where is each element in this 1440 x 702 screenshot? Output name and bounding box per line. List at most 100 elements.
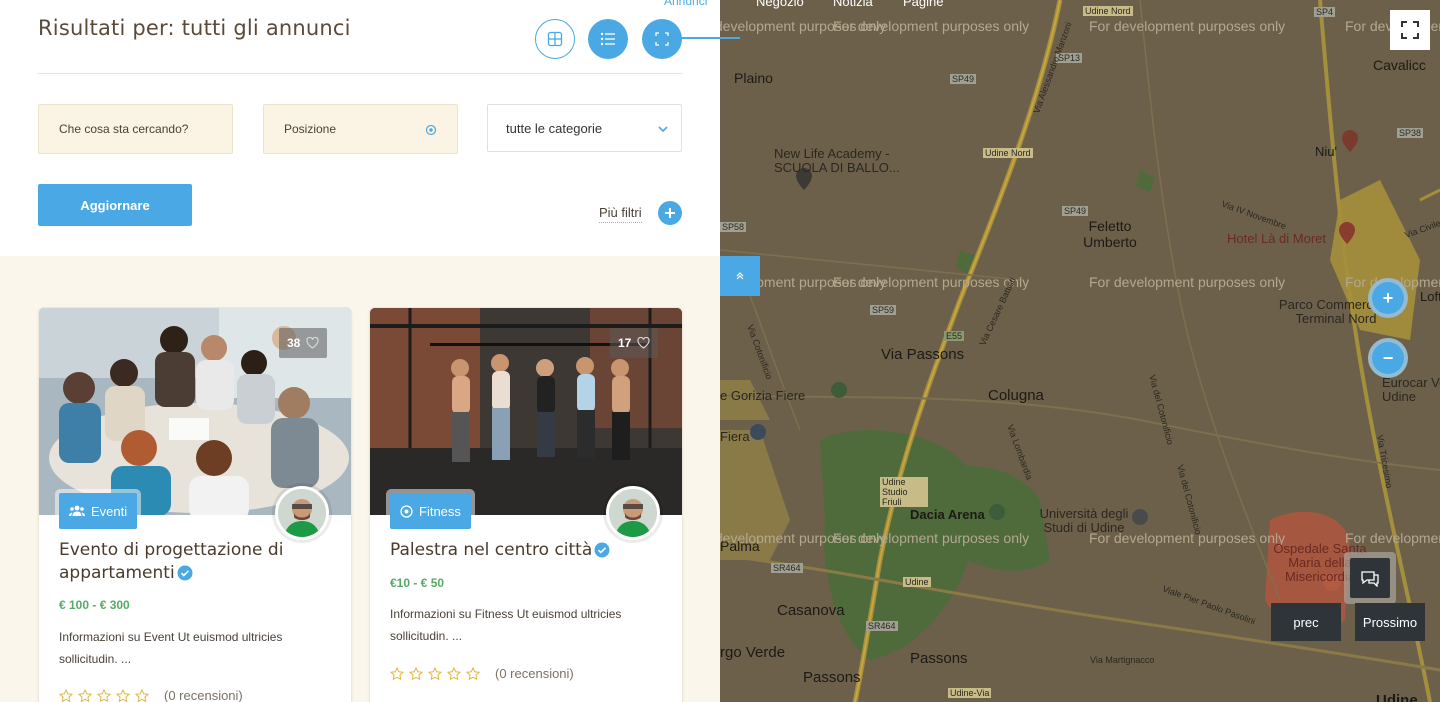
fullscreen-view-button[interactable] xyxy=(642,19,682,59)
listing-card[interactable]: 17 Fitness Palestra nel centro città €10… xyxy=(369,307,683,702)
map-label: Feletto Umberto xyxy=(1083,218,1137,250)
search-header: Annunci Risultati per: tutti gli annunci… xyxy=(0,0,720,256)
dev-watermark: For development purposes only xyxy=(1089,274,1286,290)
rating: (0 recensioni) xyxy=(59,688,243,702)
map-label: Loft xyxy=(1420,289,1440,304)
zoom-in-button[interactable]: + xyxy=(1368,278,1408,318)
zoom-out-button[interactable]: − xyxy=(1368,338,1408,378)
listing-title[interactable]: Palestra nel centro città xyxy=(390,539,650,562)
collapse-button[interactable] xyxy=(720,256,760,296)
star-icon xyxy=(135,688,149,702)
road-label: SR464 xyxy=(771,563,803,573)
list-icon xyxy=(600,32,615,46)
prev-button[interactable]: prec xyxy=(1271,603,1341,641)
map-label: Hotel Là di Moret xyxy=(1227,231,1326,246)
category-select[interactable]: tutte le categorie xyxy=(487,104,682,152)
category-label: Eventi xyxy=(91,503,128,519)
road-label: SP38 xyxy=(1397,128,1424,138)
avatar[interactable] xyxy=(606,486,660,540)
location-input[interactable]: Posizione xyxy=(263,104,458,154)
list-view-button[interactable] xyxy=(588,19,628,59)
views-badge: 17 xyxy=(610,328,659,358)
map-label: rgo Verde xyxy=(720,644,786,661)
verified-icon xyxy=(594,542,610,558)
locate-icon[interactable] xyxy=(425,124,437,136)
map-label: Dacia Arena xyxy=(910,507,985,522)
listing-title[interactable]: Evento di progettazione di appartamenti xyxy=(59,539,319,585)
grid-icon xyxy=(547,31,563,47)
road-label: SR464 xyxy=(866,621,898,631)
keyword-input[interactable]: Che cosa sta cercando? xyxy=(38,104,233,154)
road-label: Udine Studio Friuli xyxy=(880,477,928,507)
reviews-count: (0 recensioni) xyxy=(495,666,574,681)
chat-inner xyxy=(1350,558,1390,598)
road-label: SP58 xyxy=(720,222,747,232)
verified-icon xyxy=(177,565,193,581)
road-label: Udine xyxy=(903,577,931,587)
star-icon xyxy=(409,666,423,680)
road-label: SP4 xyxy=(1314,7,1336,17)
map-label: Passons xyxy=(803,669,861,686)
chat-button[interactable] xyxy=(1344,552,1396,604)
views-badge: 38 xyxy=(279,328,328,358)
road-label: SP49 xyxy=(950,74,977,84)
avatar[interactable] xyxy=(275,486,329,540)
road-label: SP59 xyxy=(870,305,897,315)
map-label: Eurocar Volkswagen Udine xyxy=(1382,375,1440,404)
update-button[interactable]: Aggiornare xyxy=(38,184,192,226)
star-icon xyxy=(59,688,73,702)
map-label: New Life Academy - SCUOLA DI BALLO... xyxy=(774,146,900,175)
views-count: 17 xyxy=(618,336,632,350)
star-icon xyxy=(116,688,130,702)
nav-negozio[interactable]: Negozio xyxy=(756,0,804,9)
star-icon xyxy=(78,688,92,702)
nav-notizia[interactable]: Notizia xyxy=(833,0,873,9)
annunci-link[interactable]: Annunci xyxy=(664,0,707,8)
rating: (0 recensioni) xyxy=(390,666,574,681)
heart-icon[interactable] xyxy=(637,337,650,349)
listing-title-text[interactable]: Evento di progettazione di appartamenti xyxy=(59,540,283,583)
users-icon xyxy=(69,505,85,516)
grid-view-button[interactable] xyxy=(535,19,575,59)
dev-watermark: For development purposes only xyxy=(1089,18,1286,34)
keyword-placeholder: Che cosa sta cercando? xyxy=(59,122,189,136)
dev-watermark: For development purposes only xyxy=(833,18,1030,34)
more-filters-link[interactable]: Più filtri xyxy=(599,205,642,223)
category-badge[interactable]: Fitness xyxy=(390,493,471,529)
view-connector-line xyxy=(680,37,740,39)
road-label: Udine Nord xyxy=(1083,6,1133,16)
map-label: Passons xyxy=(910,650,968,667)
listing-card[interactable]: 38 Eventi Evento di progettazione di app… xyxy=(38,307,352,702)
map-label: Università degli Studi di Udine xyxy=(1039,506,1129,535)
road-label: Via Martignacco xyxy=(1090,655,1155,665)
map-label: Udine xyxy=(1376,692,1418,702)
map-label: e Gorizia Fiere xyxy=(720,388,806,403)
road-label: Udine-Via xyxy=(948,688,992,698)
nav-pagine[interactable]: Pagine xyxy=(903,0,943,9)
listing-panel: Annunci Risultati per: tutti gli annunci… xyxy=(0,0,720,702)
map-label: Cavalicc xyxy=(1373,57,1426,73)
map-label: Casanova xyxy=(777,602,845,619)
map-label: Plaino xyxy=(734,70,773,86)
chevron-down-icon xyxy=(658,126,668,133)
location-placeholder: Posizione xyxy=(284,122,337,136)
map-view[interactable]: Negozio Notizia Pagine For development p… xyxy=(720,0,1440,702)
map-label: Via Passons xyxy=(881,346,965,363)
views-count: 38 xyxy=(287,336,301,350)
listing-description: Informazioni su Fitness Ut euismod ultri… xyxy=(390,607,622,643)
plus-icon xyxy=(665,208,675,218)
page-title: Risultati per: tutti gli annunci xyxy=(38,16,351,40)
star-icon xyxy=(97,688,111,702)
reviews-count: (0 recensioni) xyxy=(164,688,243,702)
header-divider xyxy=(38,73,682,74)
dev-watermark: For development purposes only xyxy=(833,530,1030,546)
price-range: € 100 - € 300 xyxy=(59,598,130,612)
star-icon xyxy=(447,666,461,680)
price-range: €10 - € 50 xyxy=(390,576,445,590)
category-badge[interactable]: Eventi xyxy=(59,493,138,529)
listing-title-text[interactable]: Palestra nel centro città xyxy=(390,540,592,560)
map-fullscreen-button[interactable] xyxy=(1390,10,1430,50)
heart-icon[interactable] xyxy=(306,337,319,349)
next-button[interactable]: Prossimo xyxy=(1355,603,1425,641)
more-filters-button[interactable] xyxy=(658,201,682,225)
